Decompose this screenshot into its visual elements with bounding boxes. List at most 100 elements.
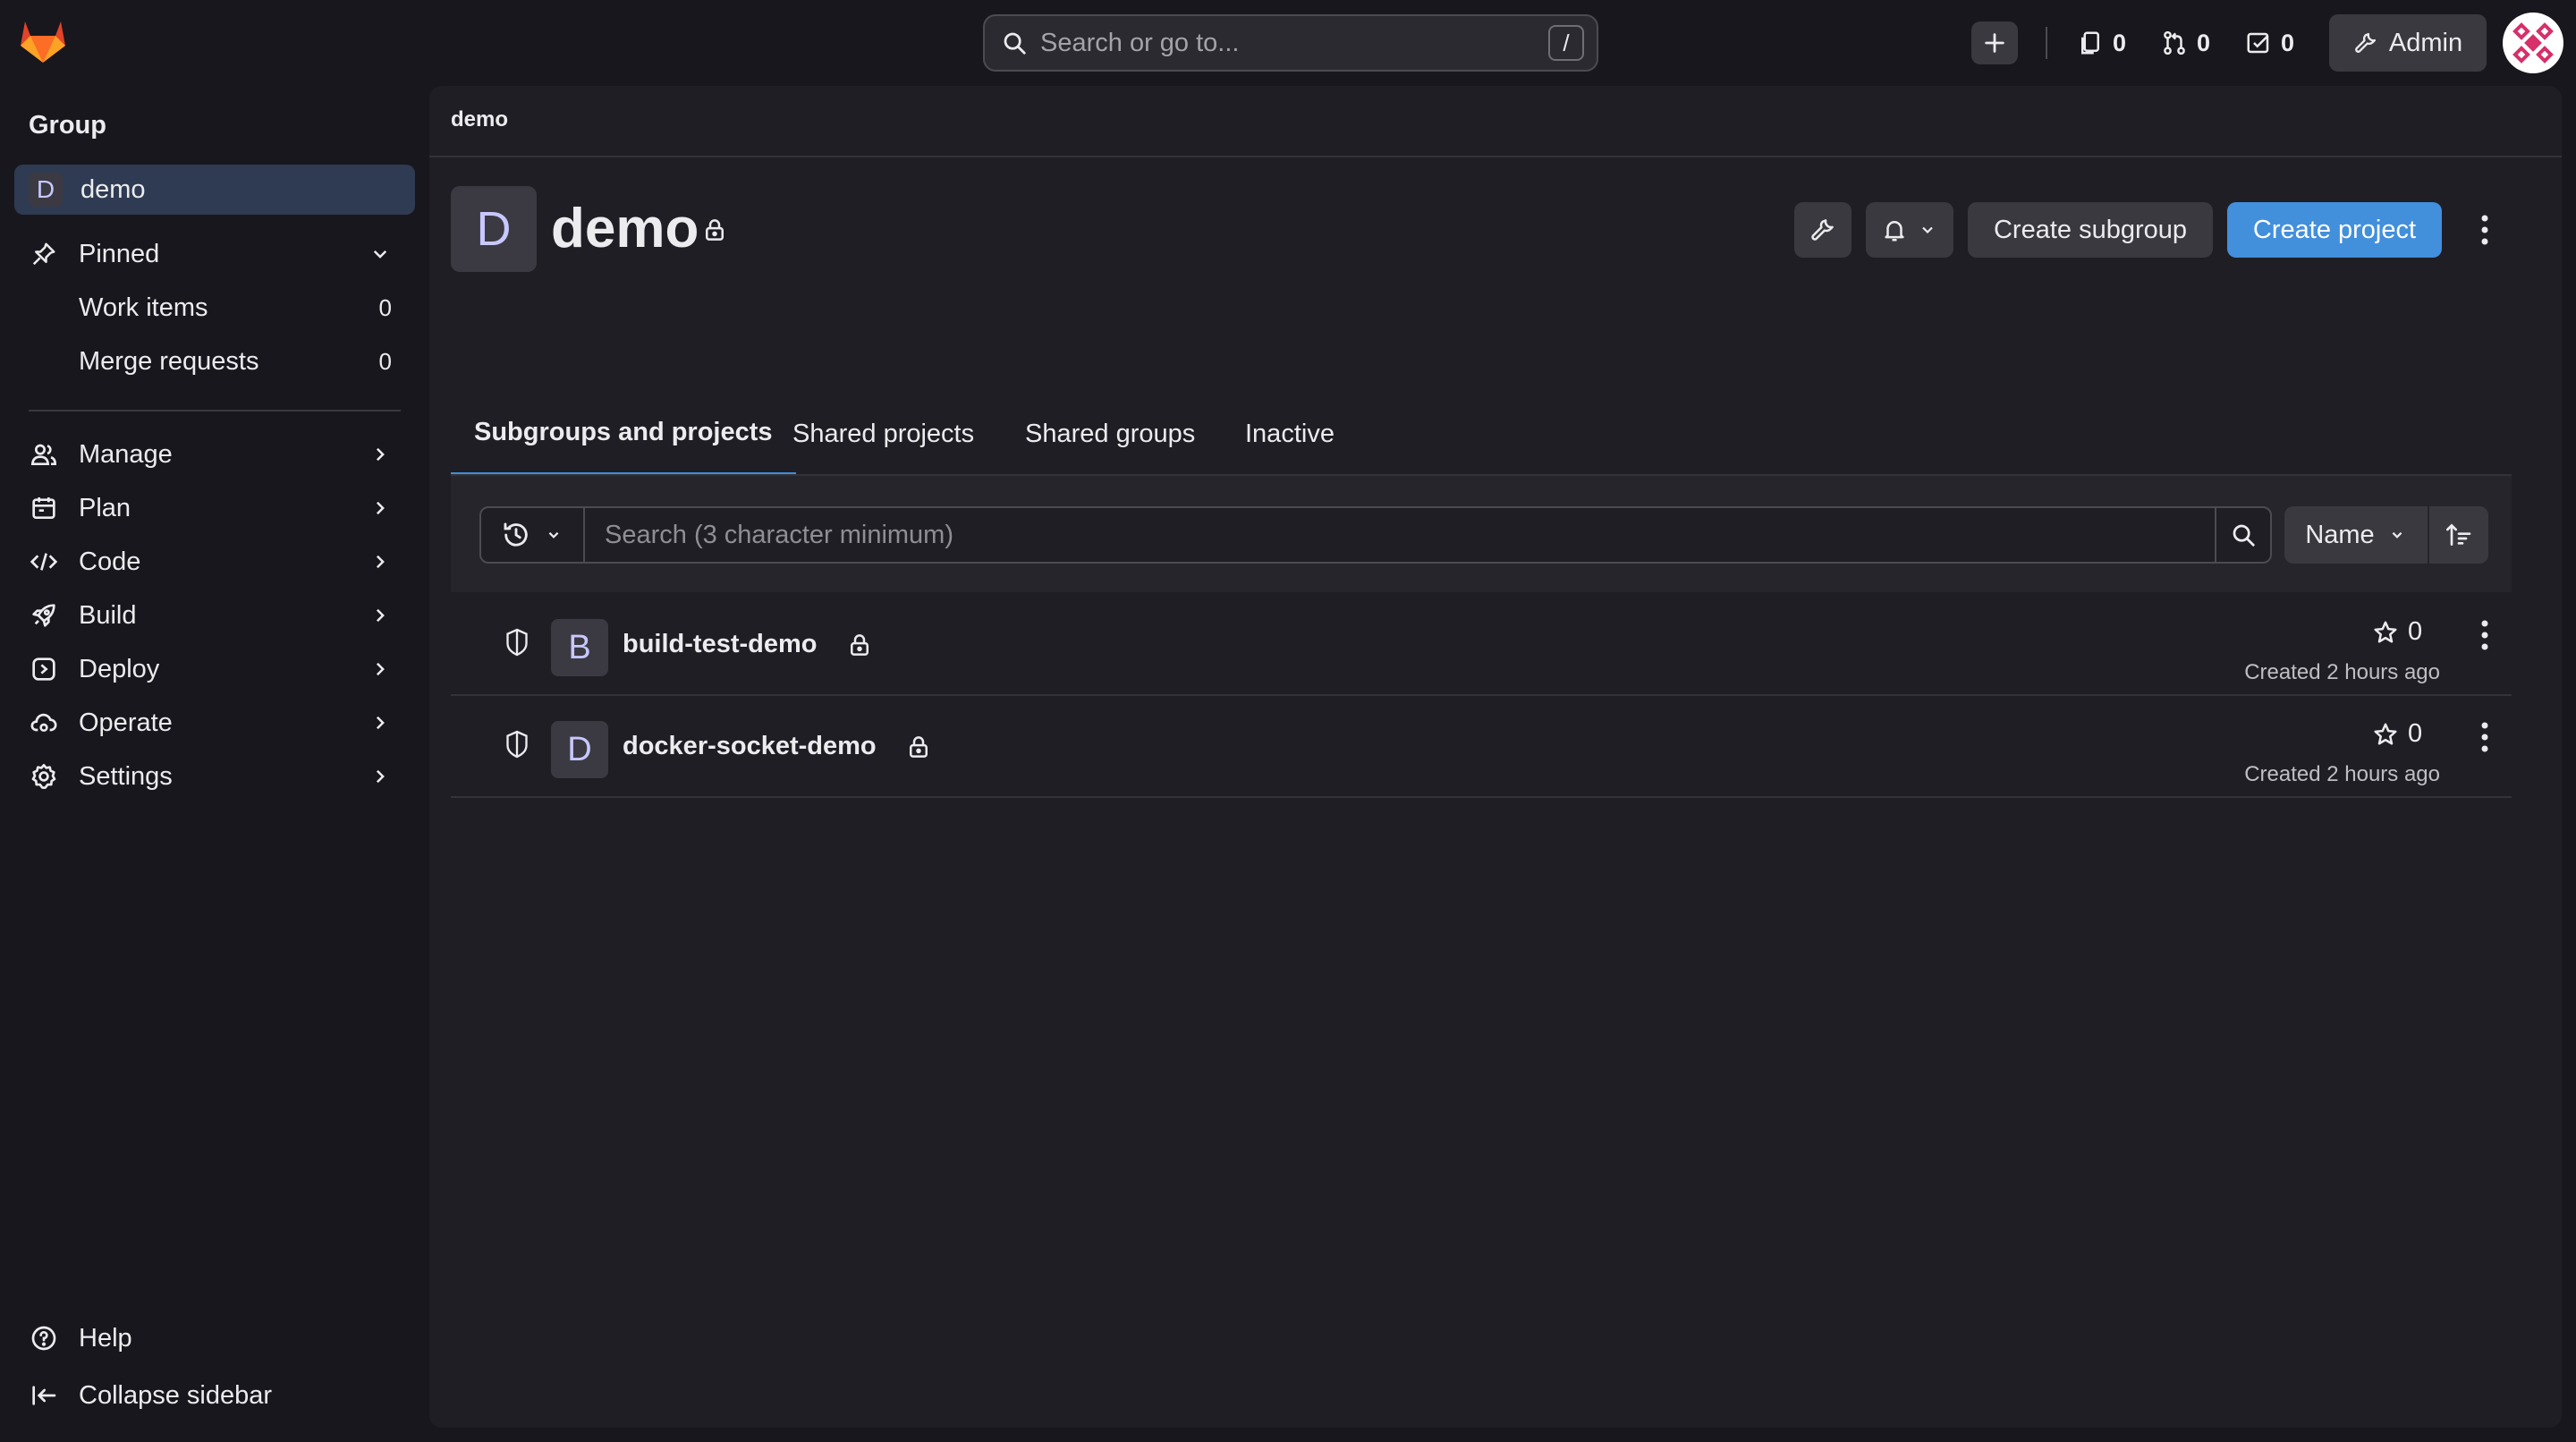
- chevron-down-icon: [2387, 525, 2407, 545]
- chevron-right-icon: [367, 656, 394, 683]
- bell-icon: [1881, 216, 1908, 243]
- search-shortcut-key: /: [1548, 25, 1584, 61]
- project-stars[interactable]: 0: [2372, 617, 2422, 647]
- chevron-right-icon: [367, 709, 394, 736]
- more-actions-icon[interactable]: [2465, 208, 2504, 252]
- project-created-time: Created 2 hours ago: [2244, 762, 2440, 786]
- sidebar-item-manage[interactable]: Manage: [14, 429, 415, 479]
- project-type-icon: [504, 626, 530, 658]
- merge-request-icon: [2161, 30, 2188, 56]
- search-icon: [2230, 522, 2257, 548]
- sidebar-item-settings[interactable]: Settings: [14, 751, 415, 802]
- sort-direction-button[interactable]: [2429, 506, 2488, 564]
- sidebar-item-merge-requests[interactable]: Merge requests 0: [14, 336, 415, 386]
- sidebar-item-deploy[interactable]: Deploy: [14, 644, 415, 694]
- admin-button[interactable]: Admin: [2329, 14, 2487, 72]
- todo-check-icon: [2245, 30, 2272, 56]
- project-actions-icon[interactable]: [2465, 717, 2504, 757]
- project-name-link[interactable]: docker-socket-demo: [623, 732, 877, 761]
- create-subgroup-button[interactable]: Create subgroup: [1968, 202, 2213, 258]
- project-name-link[interactable]: build-test-demo: [623, 630, 818, 659]
- project-created-time: Created 2 hours ago: [2244, 660, 2440, 684]
- sidebar: Group D demo Pinned Work items 0 Merge r…: [0, 86, 429, 1442]
- pin-icon: [29, 239, 59, 269]
- breadcrumb-divider: [429, 156, 2562, 157]
- users-icon: [29, 439, 59, 470]
- project-row: D docker-socket-demo 0 Created 2 hours a…: [451, 696, 2512, 798]
- chevron-down-icon: [544, 525, 564, 545]
- sidebar-current-group[interactable]: D demo: [14, 165, 415, 215]
- sidebar-item-build[interactable]: Build: [14, 590, 415, 640]
- project-search-input[interactable]: Search (3 character minimum): [583, 506, 2216, 564]
- project-stars[interactable]: 0: [2372, 719, 2422, 749]
- search-submit-button[interactable]: [2215, 506, 2272, 564]
- project-avatar: D: [551, 721, 608, 778]
- sort-by-dropdown[interactable]: Name: [2284, 506, 2428, 564]
- top-bar-divider: [2046, 27, 2047, 59]
- tab-shared-projects[interactable]: Shared projects: [792, 392, 974, 476]
- merge-requests-counter[interactable]: 0: [2161, 23, 2210, 63]
- gitlab-logo-icon[interactable]: [18, 16, 68, 66]
- group-settings-button[interactable]: [1794, 202, 1852, 258]
- issues-icon: [2077, 30, 2104, 56]
- lock-icon: [905, 734, 932, 760]
- code-icon: [29, 547, 59, 577]
- lock-icon: [701, 216, 728, 243]
- help-button[interactable]: Help: [14, 1313, 415, 1363]
- breadcrumb[interactable]: demo: [451, 107, 508, 132]
- chevron-right-icon: [367, 548, 394, 575]
- sort-ascending-icon: [2445, 521, 2473, 549]
- create-project-button[interactable]: Create project: [2227, 202, 2442, 258]
- lock-icon: [846, 632, 873, 658]
- help-circle-icon: [29, 1323, 59, 1353]
- recent-searches-dropdown[interactable]: [479, 506, 585, 564]
- global-search-input[interactable]: Search or go to... /: [983, 14, 1598, 72]
- tab-shared-groups[interactable]: Shared groups: [1025, 392, 1195, 476]
- sidebar-section-title: Group: [29, 111, 106, 140]
- sidebar-item-plan[interactable]: Plan: [14, 483, 415, 533]
- chevron-right-icon: [367, 495, 394, 522]
- gear-icon: [29, 761, 59, 792]
- sidebar-item-work-items[interactable]: Work items 0: [14, 283, 415, 333]
- project-avatar: B: [551, 619, 608, 676]
- calendar-icon: [29, 493, 59, 523]
- group-avatar-small: D: [29, 173, 63, 207]
- search-icon: [1001, 30, 1028, 56]
- project-actions-icon[interactable]: [2465, 615, 2504, 655]
- tab-inactive[interactable]: Inactive: [1245, 392, 1335, 476]
- top-bar: Search or go to... / 0 0 0 Admin: [0, 0, 2576, 86]
- user-avatar[interactable]: [2503, 13, 2563, 73]
- group-avatar: D: [451, 186, 537, 272]
- project-row: B build-test-demo 0 Created 2 hours ago: [451, 594, 2512, 696]
- tab-subgroups-and-projects[interactable]: Subgroups and projects: [451, 392, 796, 476]
- chevron-right-icon: [367, 602, 394, 629]
- wrench-icon: [2353, 30, 2378, 55]
- main-content: demo D demo Create subgroup Create proje…: [429, 86, 2562, 1428]
- star-icon: [2372, 721, 2399, 748]
- issues-counter[interactable]: 0: [2077, 23, 2126, 63]
- rocket-icon: [29, 600, 59, 631]
- group-tabs: Subgroups and projects Shared projects S…: [451, 392, 2512, 478]
- deploy-icon: [29, 654, 59, 684]
- project-type-icon: [504, 728, 530, 760]
- sidebar-divider: [29, 410, 401, 411]
- collapse-sidebar-button[interactable]: Collapse sidebar: [14, 1370, 415, 1421]
- page-title: demo: [551, 198, 699, 259]
- history-icon: [501, 520, 531, 550]
- filter-bar: Search (3 character minimum) Name: [451, 476, 2512, 592]
- cloud-gear-icon: [29, 708, 59, 738]
- wrench-icon: [1809, 216, 1836, 243]
- chevron-right-icon: [367, 441, 394, 468]
- todos-counter[interactable]: 0: [2245, 23, 2294, 63]
- search-placeholder: Search or go to...: [1040, 28, 1240, 57]
- chevron-down-icon: [1917, 219, 1938, 241]
- sidebar-item-operate[interactable]: Operate: [14, 698, 415, 748]
- star-icon: [2372, 619, 2399, 646]
- notifications-dropdown[interactable]: [1866, 202, 1953, 258]
- sidebar-item-code[interactable]: Code: [14, 537, 415, 587]
- chevron-down-icon: [367, 241, 394, 267]
- sidebar-item-pinned[interactable]: Pinned: [14, 229, 415, 279]
- create-new-button[interactable]: [1971, 21, 2018, 64]
- chevron-right-icon: [367, 763, 394, 790]
- merge-requests-count: 0: [378, 347, 392, 375]
